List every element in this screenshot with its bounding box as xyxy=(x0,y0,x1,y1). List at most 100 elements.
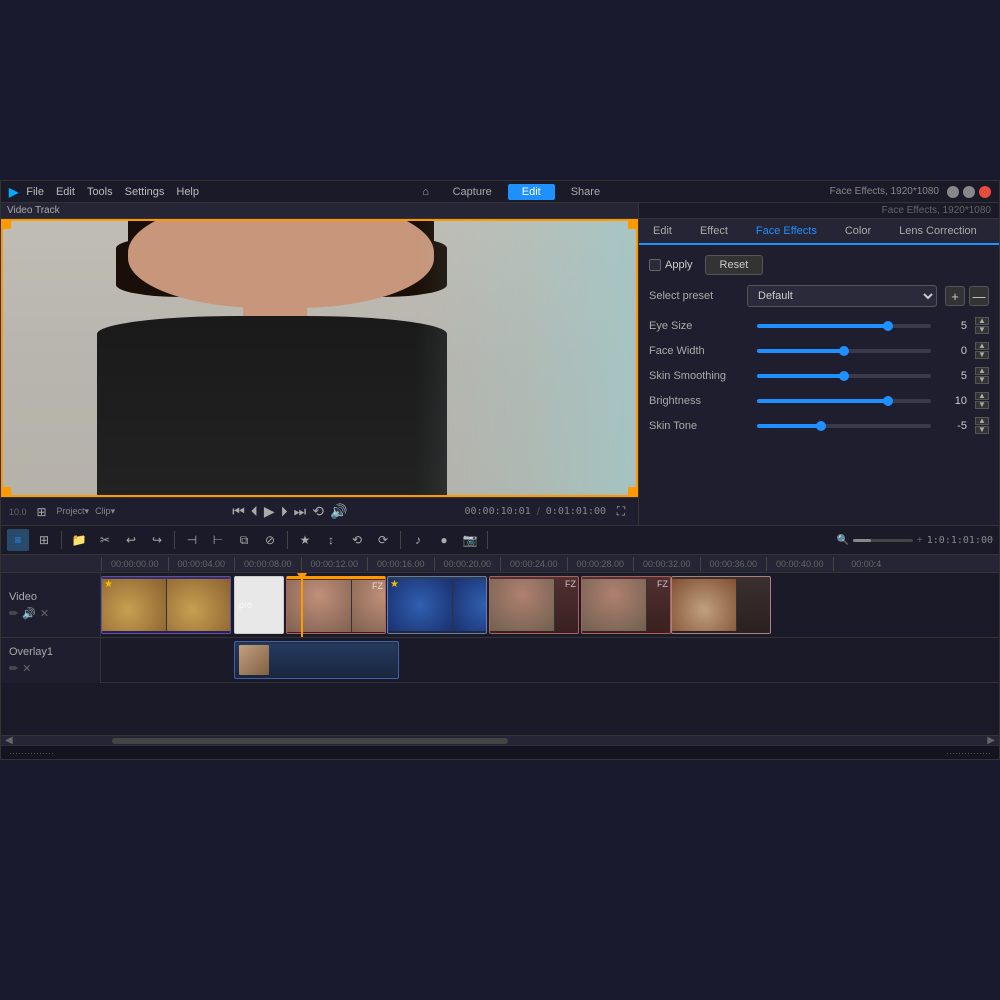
tb-list-view[interactable]: ≡ xyxy=(7,529,29,551)
slider-brightness-track[interactable] xyxy=(757,399,931,403)
slider-skin-smoothing-track[interactable] xyxy=(757,374,931,378)
skin-tone-up[interactable]: ▲ xyxy=(975,417,989,425)
skip-end-button[interactable]: ⏭ xyxy=(294,503,307,520)
brightness-up[interactable]: ▲ xyxy=(975,392,989,400)
zoom-in-icon[interactable]: + xyxy=(917,535,923,546)
fit-button[interactable]: ⊞ xyxy=(33,505,51,519)
preview-label: Video Track xyxy=(1,203,638,219)
h-scrollbar[interactable]: ◀ ▶ xyxy=(1,735,999,745)
clip-blank[interactable]: pro xyxy=(234,576,284,634)
tab-color[interactable]: Color xyxy=(831,219,885,245)
video-track-lock[interactable]: ✕ xyxy=(40,607,49,620)
window-minimize[interactable] xyxy=(947,186,959,198)
tab-lens-correction[interactable]: Lens Correction xyxy=(885,219,991,245)
window-maximize[interactable] xyxy=(963,186,975,198)
skin-smoothing-down[interactable]: ▼ xyxy=(975,376,989,384)
tb-audio[interactable]: ♪ xyxy=(407,529,429,551)
next-frame-button[interactable]: ⏵ xyxy=(281,503,288,520)
preview-video[interactable] xyxy=(1,219,638,497)
tab-edit[interactable]: Edit xyxy=(639,219,686,245)
menu-help[interactable]: Help xyxy=(176,186,199,198)
thumb-woman2-1 xyxy=(490,579,555,631)
tb-trim[interactable]: ⊢ xyxy=(207,529,229,551)
thumb-palette-1 xyxy=(672,579,737,631)
clip-palette[interactable] xyxy=(671,576,771,634)
tab-face-effects[interactable]: Face Effects xyxy=(742,219,831,245)
h-scroll-thumb[interactable] xyxy=(112,738,508,744)
clip-woman-thumbs xyxy=(287,580,385,632)
face-width-down[interactable]: ▼ xyxy=(975,351,989,359)
zoom-slider[interactable] xyxy=(853,539,913,542)
skin-tone-down[interactable]: ▼ xyxy=(975,426,989,434)
tb-marker[interactable]: ★ xyxy=(294,529,316,551)
eye-size-up[interactable]: ▲ xyxy=(975,317,989,325)
clip-woman2[interactable]: FZ xyxy=(489,576,579,634)
preset-delete-button[interactable]: — xyxy=(969,286,989,306)
skip-start-button[interactable]: ⏮ xyxy=(232,503,245,520)
video-track-speaker[interactable]: 🔊 xyxy=(22,607,36,620)
volume-button[interactable]: 🔊 xyxy=(330,503,347,520)
video-track-pen[interactable]: ✏ xyxy=(9,607,18,620)
slider-eye-size-thumb[interactable] xyxy=(883,321,893,331)
menu-tools[interactable]: Tools xyxy=(87,186,113,198)
tab-effect[interactable]: Effect xyxy=(686,219,742,245)
zoom-out-icon[interactable]: 🔍 xyxy=(836,535,848,546)
tb-reverse[interactable]: ⟳ xyxy=(372,529,394,551)
slider-skin-tone-thumb[interactable] xyxy=(816,421,826,431)
ruler-mark-11: 00:00:4 xyxy=(833,557,900,571)
loop-button[interactable]: ⟲ xyxy=(312,503,324,520)
tb-grid-view[interactable]: ⊞ xyxy=(33,529,55,551)
overlay-thumb xyxy=(239,645,269,675)
clip-makeup[interactable]: ★ xyxy=(101,576,231,634)
clip-woman3[interactable]: FZ xyxy=(581,576,671,634)
preset-select[interactable]: Default Preset 1 Preset 2 xyxy=(747,285,937,307)
nav-capture[interactable]: Capture xyxy=(439,184,506,200)
tb-import[interactable]: 📁 xyxy=(68,529,90,551)
clip-cosmetics[interactable]: ★ xyxy=(387,576,487,634)
slider-skin-smoothing-thumb[interactable] xyxy=(839,371,849,381)
prev-frame-button[interactable]: ⏴ xyxy=(251,503,258,520)
tb-speed[interactable]: ⟲ xyxy=(346,529,368,551)
window-close[interactable] xyxy=(979,186,991,198)
slider-brightness-spinners: ▲ ▼ xyxy=(975,392,989,409)
tb-transition[interactable]: ↕ xyxy=(320,529,342,551)
tb-duplicate[interactable]: ⧉ xyxy=(233,529,255,551)
reset-button[interactable]: Reset xyxy=(705,255,764,275)
menu-edit[interactable]: Edit xyxy=(56,186,75,198)
preset-label: Select preset xyxy=(649,290,739,302)
skin-smoothing-up[interactable]: ▲ xyxy=(975,367,989,375)
preset-add-button[interactable]: + xyxy=(945,286,965,306)
slider-face-width-thumb[interactable] xyxy=(839,346,849,356)
tb-split[interactable]: ⊣ xyxy=(181,529,203,551)
nav-share[interactable]: Share xyxy=(557,184,614,200)
tb-snapshot[interactable]: 📷 xyxy=(459,529,481,551)
tb-cut[interactable]: ✂ xyxy=(94,529,116,551)
overlay-track-content[interactable] xyxy=(101,638,999,682)
apply-checkbox[interactable]: Apply xyxy=(649,259,693,271)
overlay-track-lock[interactable]: ✕ xyxy=(22,662,31,675)
slider-face-width-track[interactable] xyxy=(757,349,931,353)
menu-file[interactable]: File xyxy=(26,186,44,198)
face-width-up[interactable]: ▲ xyxy=(975,342,989,350)
slider-eye-size-track[interactable] xyxy=(757,324,931,328)
overlay-clip[interactable] xyxy=(234,641,399,679)
slider-brightness-fill xyxy=(757,399,888,403)
video-track-content[interactable]: ★ pro FZ xyxy=(101,573,999,637)
tb-redo[interactable]: ↪ xyxy=(146,529,168,551)
apply-check[interactable] xyxy=(649,259,661,271)
eye-size-down[interactable]: ▼ xyxy=(975,326,989,334)
slider-skin-tone-track[interactable] xyxy=(757,424,931,428)
tb-record[interactable]: ● xyxy=(433,529,455,551)
clip-woman[interactable]: FZ xyxy=(286,576,386,634)
panel-tabs: Edit Effect Face Effects Color Lens Corr… xyxy=(639,219,999,245)
overlay-track-pen[interactable]: ✏ xyxy=(9,662,18,675)
slider-brightness-thumb[interactable] xyxy=(883,396,893,406)
menu-settings[interactable]: Settings xyxy=(125,186,165,198)
tb-undo[interactable]: ↩ xyxy=(120,529,142,551)
tb-ripple-delete[interactable]: ⊘ xyxy=(259,529,281,551)
brightness-down[interactable]: ▼ xyxy=(975,401,989,409)
nav-edit[interactable]: Edit xyxy=(508,184,555,200)
play-button[interactable]: ▶ xyxy=(264,503,275,520)
home-button[interactable]: ⌂ xyxy=(415,182,437,202)
fullscreen-button[interactable]: ⛶ xyxy=(612,504,630,519)
